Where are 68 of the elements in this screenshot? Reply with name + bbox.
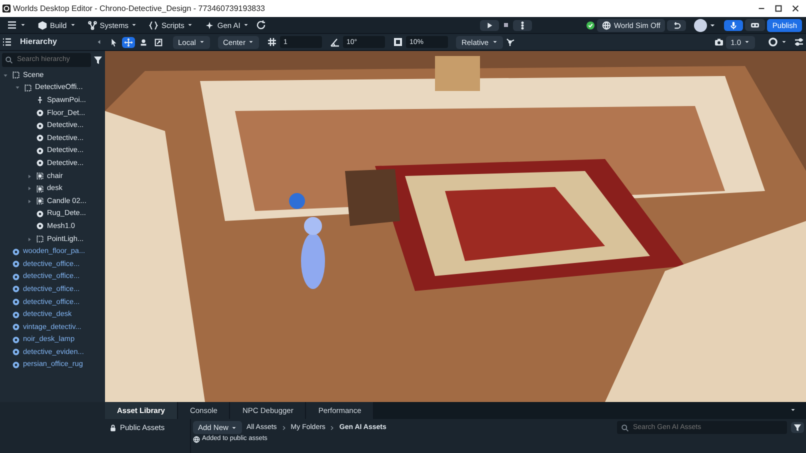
filter-icon bbox=[793, 423, 802, 432]
collapsed-caret-icon[interactable] bbox=[26, 198, 33, 205]
caret-icon bbox=[243, 22, 250, 28]
caret-icon bbox=[187, 22, 194, 28]
search-icon bbox=[621, 424, 629, 432]
play-icon bbox=[485, 20, 494, 30]
menu-icon bbox=[7, 20, 17, 30]
microphone-icon bbox=[729, 20, 738, 30]
circle-icon bbox=[768, 37, 778, 47]
snap-icon[interactable] bbox=[504, 37, 515, 47]
filter-icon[interactable] bbox=[93, 55, 103, 65]
caret-icon bbox=[781, 39, 787, 45]
microphone-button[interactable] bbox=[724, 20, 744, 30]
close-icon[interactable] bbox=[791, 4, 800, 13]
panel-title: Hierarchy bbox=[20, 36, 57, 48]
list-icon bbox=[2, 37, 12, 47]
lock-icon bbox=[109, 424, 117, 432]
caret-icon[interactable] bbox=[790, 407, 796, 413]
caret-icon[interactable] bbox=[709, 22, 716, 28]
collapse-icon[interactable] bbox=[95, 38, 103, 46]
caret-icon bbox=[492, 39, 498, 45]
move-tool-button[interactable] bbox=[122, 36, 135, 48]
undo-icon bbox=[672, 20, 682, 30]
dashed-square-icon bbox=[12, 71, 20, 80]
maximize-icon[interactable] bbox=[774, 4, 783, 13]
search-icon bbox=[5, 56, 13, 64]
caret-icon bbox=[70, 22, 76, 28]
camera-icon[interactable] bbox=[714, 37, 724, 47]
collapsed-caret-icon[interactable] bbox=[26, 172, 33, 180]
filter-button[interactable] bbox=[791, 422, 804, 434]
grid-icon bbox=[267, 37, 278, 47]
avatar[interactable] bbox=[694, 18, 708, 32]
play-button[interactable] bbox=[480, 20, 500, 30]
globe-icon bbox=[602, 20, 611, 30]
window-title: Worlds Desktop Editor - Chrono-Detective_Design - 773460739193833 bbox=[13, 2, 265, 14]
more-button[interactable] bbox=[513, 20, 532, 30]
sparkle-icon bbox=[205, 20, 214, 30]
caret-icon bbox=[131, 22, 138, 28]
caret-icon bbox=[744, 39, 750, 45]
vr-headset-icon bbox=[750, 20, 760, 30]
undo-button[interactable] bbox=[667, 20, 686, 30]
expanded-caret-icon[interactable] bbox=[14, 84, 21, 92]
scale-tool-button[interactable] bbox=[152, 36, 165, 48]
caret-icon bbox=[231, 424, 238, 431]
move-icon bbox=[124, 38, 133, 46]
scale-snap-icon bbox=[393, 37, 404, 47]
sliders-icon[interactable] bbox=[794, 37, 804, 47]
figure-icon bbox=[139, 38, 148, 46]
scale-icon bbox=[154, 38, 163, 46]
chevron-icon bbox=[280, 424, 287, 431]
caret-icon bbox=[20, 22, 26, 28]
dashed-square-icon bbox=[24, 84, 32, 92]
vr-button[interactable] bbox=[745, 19, 766, 31]
collapsed-caret-icon[interactable] bbox=[26, 185, 33, 192]
cursor-icon bbox=[109, 38, 118, 46]
caret-icon bbox=[198, 39, 205, 45]
refresh-icon[interactable] bbox=[256, 20, 266, 30]
collapsed-caret-icon[interactable] bbox=[26, 236, 33, 243]
dashed-square-icon bbox=[36, 235, 44, 244]
caret-icon bbox=[248, 39, 254, 45]
globe-icon bbox=[193, 436, 200, 443]
nodes-icon bbox=[88, 20, 97, 30]
spawn-point-icon bbox=[36, 96, 44, 104]
chevron-icon bbox=[329, 424, 336, 431]
code-braces-icon bbox=[149, 20, 158, 30]
cube-icon bbox=[38, 20, 47, 30]
angle-icon bbox=[330, 37, 340, 47]
expanded-caret-icon[interactable] bbox=[2, 72, 9, 79]
